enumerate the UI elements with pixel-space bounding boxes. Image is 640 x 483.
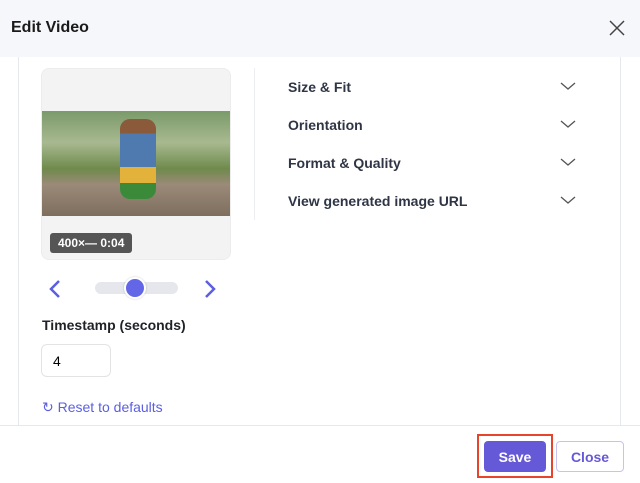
save-button[interactable]: Save	[484, 441, 546, 472]
dialog-title: Edit Video	[11, 19, 89, 36]
timestamp-label: Timestamp (seconds)	[42, 317, 186, 333]
accordion-label: Orientation	[288, 117, 363, 133]
accordion-orientation[interactable]: Orientation	[288, 113, 578, 137]
chevron-down-icon	[560, 120, 576, 128]
dimension-time-badge: 400×— 0:04	[50, 233, 133, 253]
timestamp-input[interactable]	[41, 344, 111, 377]
dialog-header: Edit Video	[0, 0, 640, 57]
chevron-down-icon	[560, 196, 576, 204]
video-thumbnail	[42, 111, 230, 216]
close-icon[interactable]	[606, 17, 628, 39]
video-preview-card: 400×— 0:04	[41, 68, 231, 260]
previous-frame-chevron-left-icon[interactable]	[45, 278, 65, 300]
accordion-size-fit[interactable]: Size & Fit	[288, 75, 578, 99]
close-button[interactable]: Close	[556, 441, 624, 472]
accordion-image-url[interactable]: View generated image URL	[288, 189, 578, 213]
timestamp-slider-handle[interactable]	[124, 277, 146, 299]
reset-label: Reset to defaults	[57, 399, 163, 415]
accordion-format-quality[interactable]: Format & Quality	[288, 151, 578, 175]
next-frame-chevron-right-icon[interactable]	[200, 278, 220, 300]
scroll-area-left-border	[18, 57, 19, 425]
scrollbar[interactable]	[620, 57, 621, 425]
divider	[254, 68, 255, 220]
chevron-down-icon	[560, 82, 576, 90]
reset-to-defaults-link[interactable]: ↻ Reset to defaults	[42, 399, 163, 416]
accordion-label: Format & Quality	[288, 155, 401, 171]
accordion-label: View generated image URL	[288, 193, 468, 209]
footer-divider	[0, 425, 640, 426]
refresh-icon: ↻	[42, 399, 58, 415]
chevron-down-icon	[560, 158, 576, 166]
accordion-label: Size & Fit	[288, 79, 352, 95]
